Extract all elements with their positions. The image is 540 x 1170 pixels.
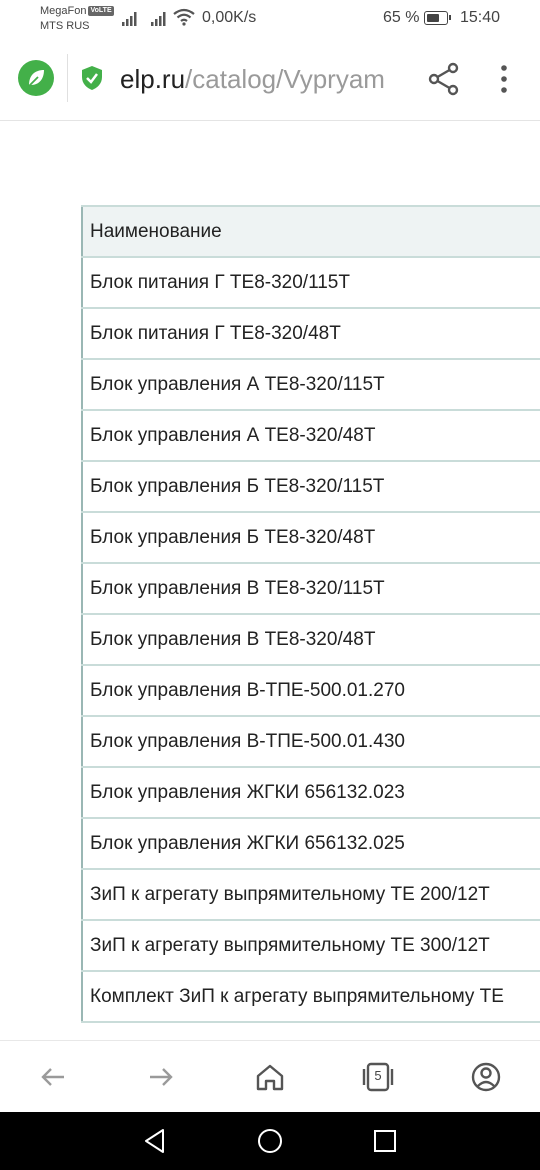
table-row: ЗиП к агрегату выпрямительному ТЕ 300/12… <box>81 919 540 972</box>
url-field[interactable]: elp.ru/catalog/Vypryam <box>120 64 412 95</box>
product-name-cell[interactable]: Блок управления А ТЕ8-320/115Т <box>81 358 540 411</box>
product-name-cell[interactable]: Блок управления А ТЕ8-320/48Т <box>81 409 540 462</box>
table-row: Блок управления В ТЕ8-320/48Т <box>81 613 540 666</box>
carrier-info: MegaFon VoLTE MTS RUS <box>40 4 114 34</box>
signal-1-icon <box>122 12 137 26</box>
product-name-cell[interactable]: Блок управления В-ТПЕ-500.01.430 <box>81 715 540 768</box>
url-path: /catalog/Vypryam <box>185 64 385 94</box>
profile-icon[interactable] <box>470 1061 502 1093</box>
table-row: Блок управления В-ТПЕ-500.01.430 <box>81 715 540 768</box>
signal-2-icon <box>151 12 166 26</box>
product-name-cell[interactable]: Блок управления ЖГКИ 656132.025 <box>81 817 540 870</box>
table-row: Блок управления ЖГКИ 656132.023 <box>81 766 540 819</box>
table-row: Блок управления А ТЕ8-320/115Т <box>81 358 540 411</box>
product-name-cell[interactable]: ЗиП к агрегату выпрямительному ТЕ 200/12… <box>81 868 540 921</box>
table-row: Блок управления А ТЕ8-320/48Т <box>81 409 540 462</box>
product-name-cell[interactable]: Блок управления В ТЕ8-320/115Т <box>81 562 540 615</box>
wifi-icon <box>173 8 195 26</box>
secure-shield-icon[interactable] <box>81 65 103 91</box>
table-row: Блок управления Б ТЕ8-320/48Т <box>81 511 540 564</box>
table-row: Блок питания Г ТЕ8-320/115Т <box>81 256 540 309</box>
product-name-cell[interactable]: Блок питания Г ТЕ8-320/115Т <box>81 256 540 309</box>
battery-percent: 65 % <box>383 9 420 26</box>
carrier-primary: MegaFon <box>40 5 87 17</box>
url-host: elp.ru <box>120 64 186 94</box>
product-name-cell[interactable]: ЗиП к агрегату выпрямительному ТЕ 300/12… <box>81 919 540 972</box>
table-row: ЗиП к агрегату выпрямительному ТЕ 200/12… <box>81 868 540 921</box>
table-row: Блок управления В-ТПЕ-500.01.270 <box>81 664 540 717</box>
status-bar: MegaFon VoLTE MTS RUS 0,00K/s 65 % 15:40 <box>0 0 540 40</box>
leaf-icon <box>28 70 44 87</box>
back-arrow-icon[interactable] <box>37 1061 69 1093</box>
table-row: Блок управления ЖГКИ 656132.025 <box>81 817 540 870</box>
product-name-cell[interactable]: Блок управления В ТЕ8-320/48Т <box>81 613 540 666</box>
product-name-cell[interactable]: Комплект ЗиП к агрегату выпрямительному … <box>81 970 540 1023</box>
forward-arrow-icon[interactable] <box>145 1061 177 1093</box>
battery-tip <box>449 15 451 20</box>
tab-count: 5 <box>374 1068 382 1083</box>
volte-badge: VoLTE <box>88 6 114 17</box>
table-row: Блок питания Г ТЕ8-320/48Т <box>81 307 540 360</box>
system-home-icon[interactable] <box>257 1128 283 1154</box>
product-name-cell[interactable]: Блок питания Г ТЕ8-320/48Т <box>81 307 540 360</box>
product-name-cell[interactable]: Блок управления В-ТПЕ-500.01.270 <box>81 664 540 717</box>
product-name-cell[interactable]: Блок управления Б ТЕ8-320/115Т <box>81 460 540 513</box>
tabs-button[interactable]: 5 <box>362 1061 394 1093</box>
share-icon[interactable] <box>428 62 460 96</box>
system-recents-icon[interactable] <box>373 1128 397 1154</box>
more-menu-icon[interactable] <box>498 64 510 94</box>
carrier-secondary: MTS RUS <box>40 20 90 32</box>
battery-level <box>427 14 439 22</box>
address-separator <box>67 54 68 102</box>
column-header-name: Наименование <box>81 205 540 258</box>
battery-icon <box>424 11 448 25</box>
system-nav-bar <box>0 1112 540 1170</box>
catalog-table: Наименование Блок питания Г ТЕ8-320/115Т… <box>81 205 540 1023</box>
home-icon[interactable] <box>254 1061 286 1093</box>
browser-home-button[interactable] <box>18 60 54 96</box>
table-row: Комплект ЗиП к агрегату выпрямительному … <box>81 970 540 1023</box>
browser-bottom-nav: 5 <box>0 1040 540 1113</box>
clock: 15:40 <box>460 9 501 26</box>
product-name-cell[interactable]: Блок управления ЖГКИ 656132.023 <box>81 766 540 819</box>
system-back-icon[interactable] <box>143 1128 167 1154</box>
network-speed: 0,00K/s <box>202 9 257 26</box>
table-row: Блок управления Б ТЕ8-320/115Т <box>81 460 540 513</box>
address-bar: elp.ru/catalog/Vypryam <box>0 40 540 121</box>
table-row: Блок управления В ТЕ8-320/115Т <box>81 562 540 615</box>
product-name-cell[interactable]: Блок управления Б ТЕ8-320/48Т <box>81 511 540 564</box>
